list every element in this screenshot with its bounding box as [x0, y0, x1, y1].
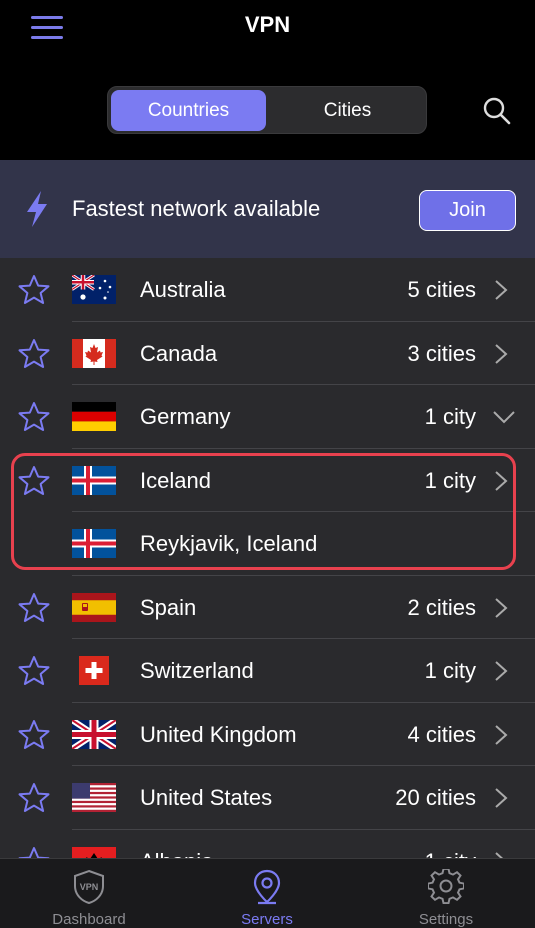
location-pin-icon	[253, 869, 281, 905]
country-name: Australia	[140, 277, 226, 302]
city-name: Reykjavik, Iceland	[140, 531, 318, 556]
chevron-right-icon	[495, 851, 504, 858]
banner-text: Fastest network available	[72, 196, 321, 221]
list-item-canada[interactable]: Canada 3 cities	[0, 322, 535, 385]
list-item-albania[interactable]: Albania 1 city	[0, 830, 535, 859]
iceland-flag-icon	[72, 529, 116, 558]
city-count: 5 cities	[407, 277, 476, 302]
city-count: 1 city	[425, 849, 476, 859]
chevron-right-icon	[495, 343, 508, 364]
search-icon[interactable]	[482, 96, 512, 126]
list-item-united-states[interactable]: United States 20 cities	[0, 766, 535, 830]
segment-cities[interactable]: Cities	[270, 90, 425, 131]
chevron-down-icon	[493, 411, 515, 424]
country-name: Spain	[140, 594, 197, 620]
country-name: United States	[140, 785, 273, 810]
uk-flag-icon	[72, 719, 116, 749]
country-name: United Kingdom	[140, 721, 297, 747]
country-list: Australia 5 cities Canada 3 cities Germa…	[0, 258, 535, 858]
tab-servers[interactable]: Servers	[178, 859, 356, 928]
iceland-flag-icon	[72, 465, 116, 495]
star-icon[interactable]	[18, 782, 50, 814]
city-count: 20 cities	[395, 785, 476, 810]
star-icon[interactable]	[18, 338, 50, 370]
list-item-united-kingdom[interactable]: United Kingdom 4 cities	[0, 703, 535, 766]
segmented-control: Countries Cities	[107, 86, 427, 134]
list-item-iceland[interactable]: Iceland 1 city	[0, 449, 535, 512]
chevron-right-icon	[495, 280, 508, 300]
svg-text:VPN: VPN	[80, 882, 99, 892]
page-title: VPN	[244, 12, 291, 37]
city-count: 1 city	[424, 404, 476, 429]
tab-settings[interactable]: Settings	[357, 859, 535, 928]
albania-flag-icon	[72, 846, 116, 858]
city-count: 4 cities	[407, 721, 476, 747]
chevron-right-icon	[495, 724, 508, 745]
country-name: Canada	[140, 340, 218, 366]
city-count: 1 city	[424, 467, 476, 493]
join-button[interactable]: Join	[419, 190, 516, 231]
country-name: Switzerland	[140, 658, 254, 683]
usa-flag-icon	[72, 783, 116, 812]
chevron-right-icon	[495, 597, 508, 618]
country-name: Germany	[140, 404, 231, 429]
chevron-right-icon	[495, 661, 508, 681]
list-item-switzerland[interactable]: Switzerland 1 city	[0, 639, 535, 703]
germany-flag-icon	[72, 402, 116, 431]
tab-bar: VPN Dashboard Servers Settings	[0, 858, 535, 928]
lightning-icon	[27, 191, 47, 227]
switzerland-flag-icon	[72, 656, 116, 685]
chevron-right-icon	[495, 788, 508, 808]
list-item-australia[interactable]: Australia 5 cities	[0, 258, 535, 322]
top-bar: VPN Countries Cities	[0, 0, 535, 160]
list-item-reykjavik[interactable]: Reykjavik, Iceland	[0, 512, 535, 576]
star-icon[interactable]	[18, 846, 50, 859]
canada-flag-icon	[72, 338, 116, 368]
city-count: 2 cities	[407, 594, 476, 620]
chevron-right-icon	[495, 470, 508, 491]
list-item-spain[interactable]: Spain 2 cities	[0, 576, 535, 639]
tab-dashboard-label: Dashboard	[52, 911, 126, 928]
star-icon[interactable]	[18, 465, 50, 497]
star-icon[interactable]	[18, 655, 50, 687]
city-count: 3 cities	[407, 340, 476, 366]
promo-banner: Fastest network available Join	[0, 160, 535, 258]
list-item-germany[interactable]: Germany 1 city	[0, 385, 535, 449]
shield-icon: VPN	[74, 869, 104, 905]
star-icon[interactable]	[18, 719, 50, 751]
country-name: Iceland	[140, 467, 211, 493]
star-icon[interactable]	[18, 401, 50, 433]
city-count: 1 city	[424, 658, 476, 683]
spain-flag-icon	[72, 592, 116, 622]
tab-settings-label: Settings	[418, 911, 474, 928]
tab-dashboard[interactable]: VPN Dashboard	[0, 859, 178, 928]
tab-servers-label: Servers	[241, 911, 293, 928]
gear-icon	[428, 869, 464, 905]
star-icon[interactable]	[18, 592, 50, 624]
australia-flag-icon	[72, 275, 116, 304]
country-name: Albania	[140, 849, 213, 859]
star-icon[interactable]	[18, 274, 50, 306]
segment-countries[interactable]: Countries	[111, 90, 266, 131]
